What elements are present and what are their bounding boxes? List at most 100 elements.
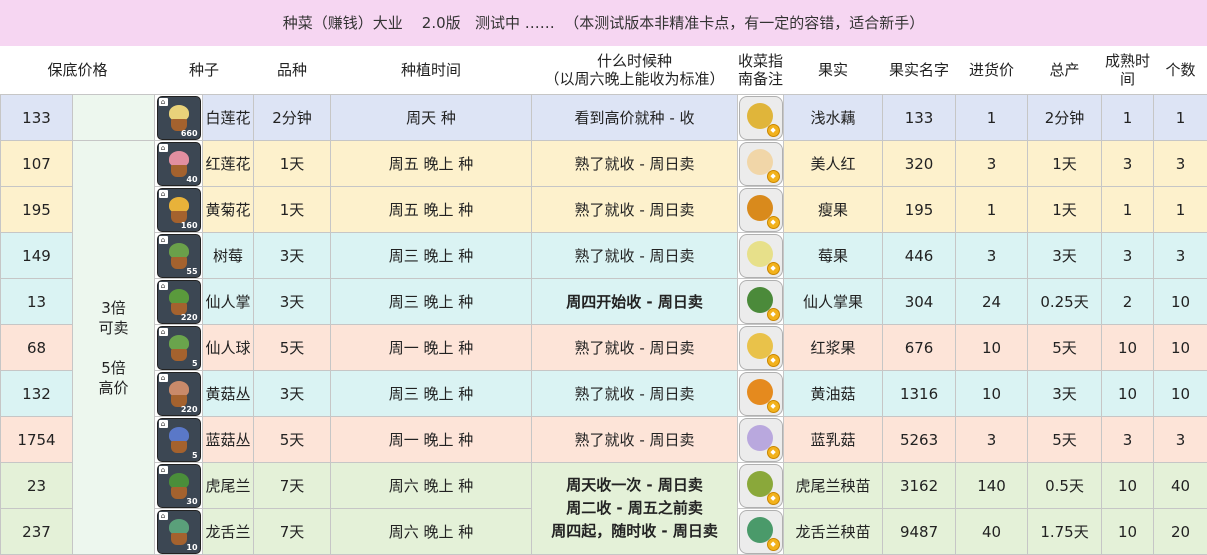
pot-shape xyxy=(171,257,187,269)
pot-shape xyxy=(171,533,187,545)
limit-cell: 3 xyxy=(1154,141,1207,187)
header-fruit-name: 果实名字 xyxy=(883,46,956,95)
base-price-cell: 149 xyxy=(1,233,73,279)
fruit-name-cell: 红浆果 xyxy=(784,325,883,371)
buy-price-cell: 446 xyxy=(883,233,956,279)
count-cell: 3 xyxy=(1102,141,1154,187)
fruit-name-cell: 浅水藕 xyxy=(784,95,883,141)
achene-fruit-icon: ◆ xyxy=(739,188,783,232)
header-fruit: 果实 xyxy=(784,46,883,95)
count-cell: 10 xyxy=(1102,509,1154,555)
home-icon: ⌂ xyxy=(159,466,168,474)
variety-cell: 虎尾兰 xyxy=(203,463,254,509)
multiplier-cell-empty xyxy=(73,95,155,141)
coin-icon: ◆ xyxy=(767,124,780,137)
mature-time-cell: 0.5天 xyxy=(1028,463,1102,509)
home-icon: ⌂ xyxy=(159,512,168,520)
header-when: 什么时候种 （以周六晚上能收为标准） xyxy=(532,46,738,95)
header-plant-time: 种植时间 xyxy=(331,46,532,95)
variety-cell: 树莓 xyxy=(203,233,254,279)
raspberry-seed-icon: ⌂55 xyxy=(157,234,201,278)
berry-fruit-icon: ◆ xyxy=(739,234,783,278)
blue-milk-mushroom-fruit-icon: ◆ xyxy=(739,418,783,462)
home-icon: ⌂ xyxy=(159,144,168,152)
guide-cell: 熟了就收 - 周日卖 xyxy=(532,325,738,371)
coin-icon: ◆ xyxy=(767,354,780,367)
when-cell: 周一 晚上 种 xyxy=(331,325,532,371)
white-lotus-seed-icon: ⌂660 xyxy=(157,96,201,140)
fruit-name-cell: 龙舌兰秧苗 xyxy=(784,509,883,555)
seed-count: 55 xyxy=(186,267,197,276)
count-cell: 10 xyxy=(1102,371,1154,417)
when-cell: 周三 晚上 种 xyxy=(331,279,532,325)
fruit-cell: ◆ xyxy=(738,141,784,187)
guide-cell: 熟了就收 - 周日卖 xyxy=(532,141,738,187)
fruit-cell: ◆ xyxy=(738,509,784,555)
seed-cell: ⌂660 xyxy=(155,95,203,141)
cactus-fruit-icon: ◆ xyxy=(739,280,783,324)
guide-line3: 周四起，随时收 - 周日卖 xyxy=(551,522,718,540)
seed-count: 30 xyxy=(186,497,197,506)
seed-cell: ⌂220 xyxy=(155,371,203,417)
base-price-cell: 195 xyxy=(1,187,73,233)
coin-icon: ◆ xyxy=(767,262,780,275)
yield-cell: 24 xyxy=(956,279,1028,325)
header-yield: 总产 xyxy=(1028,46,1102,95)
fruit-cell: ◆ xyxy=(738,417,784,463)
when-cell: 周三 晚上 种 xyxy=(331,233,532,279)
variety-cell: 龙舌兰 xyxy=(203,509,254,555)
limit-cell: 10 xyxy=(1154,371,1207,417)
fruit-cell: ◆ xyxy=(738,233,784,279)
when-cell: 周天 种 xyxy=(331,95,532,141)
mature-time-cell: 0.25天 xyxy=(1028,279,1102,325)
plant-time-cell: 7天 xyxy=(254,509,331,555)
buy-price-cell: 133 xyxy=(883,95,956,141)
table-row: 1754⌂5蓝菇丛5天周一 晚上 种熟了就收 - 周日卖◆蓝乳菇526335天3… xyxy=(1,417,1207,463)
buy-price-cell: 195 xyxy=(883,187,956,233)
seed-count: 160 xyxy=(181,221,198,230)
plant-time-cell: 5天 xyxy=(254,417,331,463)
table-row: 149⌂55树莓3天周三 晚上 种熟了就收 - 周日卖◆莓果44633天33 xyxy=(1,233,1207,279)
count-cell: 10 xyxy=(1102,325,1154,371)
yield-cell: 1 xyxy=(956,95,1028,141)
lotus-root-fruit-icon: ◆ xyxy=(739,96,783,140)
multiplier-line3: 5倍 xyxy=(101,359,126,377)
base-price-cell: 133 xyxy=(1,95,73,141)
limit-cell: 20 xyxy=(1154,509,1207,555)
limit-cell: 3 xyxy=(1154,417,1207,463)
red-berry-fruit-icon: ◆ xyxy=(739,326,783,370)
plant-time-cell: 2分钟 xyxy=(254,95,331,141)
header-when-line2: （以周六晚上能收为标准） xyxy=(545,70,725,88)
beauty-red-fruit-icon: ◆ xyxy=(739,142,783,186)
when-cell: 周六 晚上 种 xyxy=(331,463,532,509)
fruit-name-cell: 仙人掌果 xyxy=(784,279,883,325)
fruit-name-cell: 莓果 xyxy=(784,233,883,279)
agave-seed-icon: ⌂10 xyxy=(157,510,201,554)
plant-time-cell: 1天 xyxy=(254,187,331,233)
buy-price-cell: 9487 xyxy=(883,509,956,555)
coin-icon: ◆ xyxy=(767,538,780,551)
base-price-cell: 68 xyxy=(1,325,73,371)
guide-cell: 熟了就收 - 周日卖 xyxy=(532,417,738,463)
home-icon: ⌂ xyxy=(159,190,168,198)
base-price-cell: 107 xyxy=(1,141,73,187)
coin-icon: ◆ xyxy=(767,446,780,459)
guide-line1: 周天收一次 - 周日卖 xyxy=(566,476,703,494)
count-cell: 3 xyxy=(1102,233,1154,279)
fruit-name-cell: 蓝乳菇 xyxy=(784,417,883,463)
butter-mushroom-fruit-icon: ◆ xyxy=(739,372,783,416)
limit-cell: 1 xyxy=(1154,187,1207,233)
planting-table: 保底价格 种子 品种 种植时间 什么时候种 （以周六晚上能收为标准） 收菜指南备… xyxy=(0,46,1207,555)
header-variety: 品种 xyxy=(254,46,331,95)
limit-cell: 1 xyxy=(1154,95,1207,141)
buy-price-cell: 1316 xyxy=(883,371,956,417)
variety-cell: 黄菊花 xyxy=(203,187,254,233)
base-price-cell: 23 xyxy=(1,463,73,509)
seed-count: 660 xyxy=(181,129,198,138)
pot-shape xyxy=(171,349,187,361)
cactus-seed-icon: ⌂220 xyxy=(157,280,201,324)
variety-cell: 白莲花 xyxy=(203,95,254,141)
base-price-cell: 132 xyxy=(1,371,73,417)
coin-icon: ◆ xyxy=(767,400,780,413)
fruit-name-cell: 黄油菇 xyxy=(784,371,883,417)
